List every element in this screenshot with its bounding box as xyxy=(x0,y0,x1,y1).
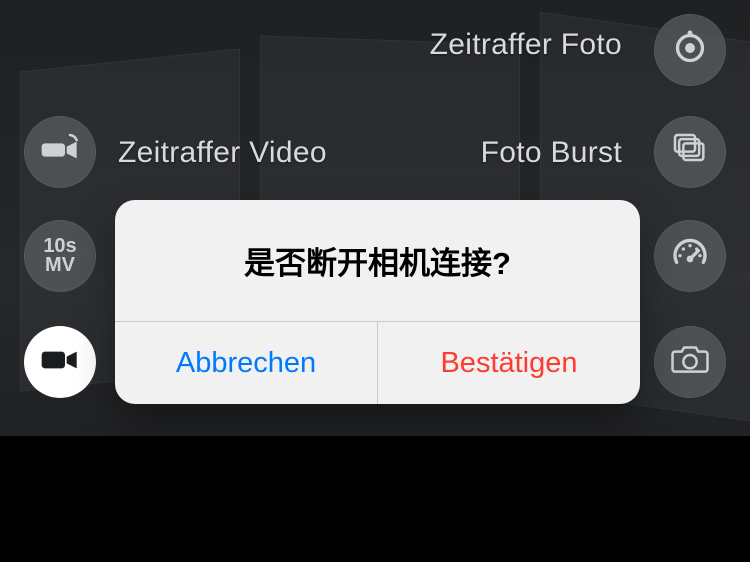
cancel-button[interactable]: Abbrechen xyxy=(115,322,378,404)
mode-label-timelapse-video[interactable]: Zeitraffer Video xyxy=(118,136,327,170)
video-icon xyxy=(40,340,80,385)
mode-button-speedometer[interactable] xyxy=(654,220,726,292)
photo-icon xyxy=(670,340,710,385)
mode-label-foto-burst[interactable]: Foto Burst xyxy=(481,136,622,170)
mode-button-photo[interactable] xyxy=(654,326,726,398)
disconnect-camera-alert: 是否断开相机连接? Abbrechen Bestätigen xyxy=(115,200,640,404)
timelapse-video-icon xyxy=(40,130,80,175)
alert-buttons: Abbrechen Bestätigen xyxy=(115,322,640,404)
mode-label-timelapse-photo[interactable]: Zeitraffer Foto xyxy=(430,28,622,62)
mode-button-timelapse-video[interactable] xyxy=(24,116,96,188)
mode-button-10s-mv[interactable]: 10s MV xyxy=(24,220,96,292)
mode-button-video[interactable] xyxy=(24,326,96,398)
speedometer-icon xyxy=(670,234,710,279)
timelapse-photo-icon xyxy=(670,28,710,73)
ten-sec-mv-icon: 10s MV xyxy=(43,237,76,275)
letterbox-bottom xyxy=(0,436,750,562)
confirm-button[interactable]: Bestätigen xyxy=(378,322,640,404)
burst-icon xyxy=(670,130,710,175)
camera-app-viewfinder: Zeitraffer Foto Zeitraffer Video Foto Bu… xyxy=(0,0,750,562)
mode-button-timelapse-photo[interactable] xyxy=(654,14,726,86)
ten-sec-mv-line2: MV xyxy=(43,256,76,275)
mode-button-foto-burst[interactable] xyxy=(654,116,726,188)
alert-title: 是否断开相机连接? xyxy=(115,200,640,322)
